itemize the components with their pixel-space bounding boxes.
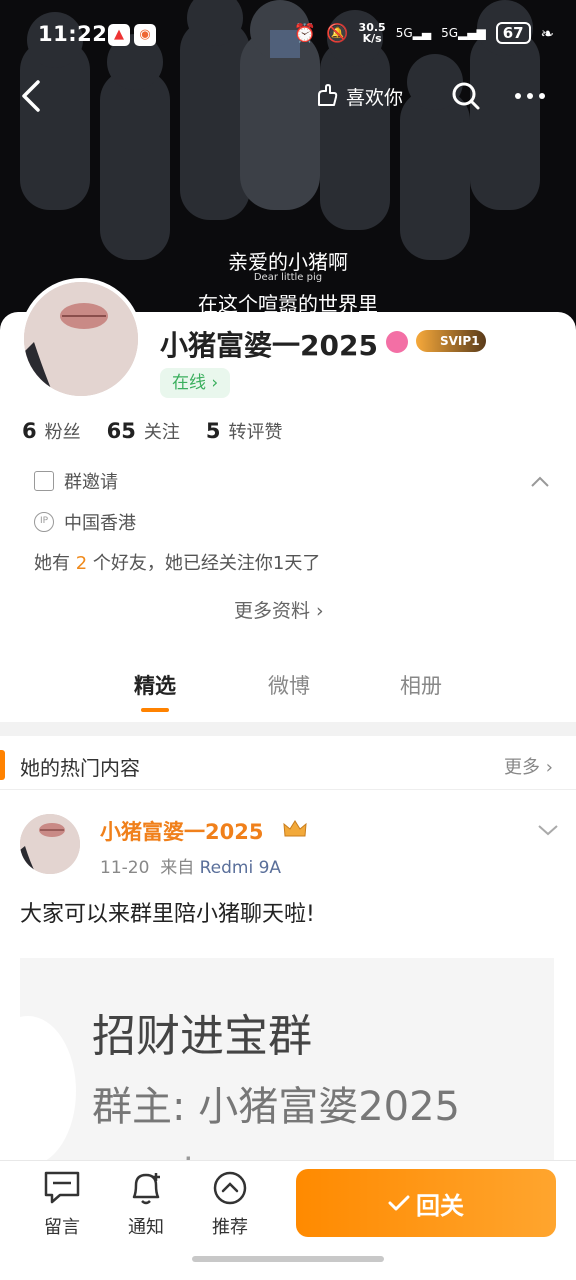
section-accent-bar bbox=[0, 750, 5, 780]
battery-indicator: 67 bbox=[495, 22, 531, 44]
stat-likes[interactable]: 5 转评赞 bbox=[206, 418, 283, 444]
profile-stats: 6 粉丝 65 关注 5 转评赞 bbox=[22, 418, 282, 444]
avatar-image bbox=[24, 282, 138, 396]
message-label: 留言 bbox=[44, 1217, 80, 1238]
hot-content-header: 她的热门内容 更多 › bbox=[0, 740, 576, 790]
svip-badge[interactable]: SVIP1 bbox=[416, 330, 486, 352]
section-divider bbox=[0, 722, 576, 736]
hand-heart-icon bbox=[318, 84, 338, 106]
image-avatar-circle bbox=[20, 1016, 76, 1166]
post-meta: 11-20 来自 Redmi 9A bbox=[100, 853, 281, 878]
post-source-prefix: 来自 bbox=[160, 858, 195, 878]
more-icon[interactable] bbox=[508, 76, 552, 116]
message-button[interactable]: 留言 bbox=[32, 1169, 92, 1239]
bottom-action-bar: 留言 通知 推荐 回关 bbox=[0, 1160, 576, 1280]
tab-weibo[interactable]: 微博 bbox=[268, 670, 310, 700]
notify-button[interactable]: 通知 bbox=[116, 1169, 176, 1239]
hot-content-title: 她的热门内容 bbox=[20, 756, 140, 780]
image-group-title: 招财进宝群 bbox=[92, 1011, 312, 1062]
hot-content-more-link[interactable]: 更多 › bbox=[504, 753, 553, 779]
notify-label: 通知 bbox=[128, 1217, 164, 1238]
ip-location: 中国香港 bbox=[64, 513, 136, 534]
like-you-label: 喜欢你 bbox=[346, 86, 404, 109]
profile-avatar[interactable] bbox=[20, 278, 142, 400]
post-avatar[interactable] bbox=[20, 814, 80, 874]
image-group-owner: 群主: 小猪富婆2025 bbox=[92, 1084, 460, 1130]
status-time: 11:22 bbox=[38, 22, 108, 46]
post-date: 11-20 bbox=[100, 858, 150, 878]
recommend-label: 推荐 bbox=[212, 1217, 248, 1238]
post-text: 大家可以来群里陪小猪聊天啦! bbox=[20, 902, 315, 927]
mutual-friends-text[interactable]: 她有 2 个好友，她已经关注你1天了 bbox=[34, 549, 320, 575]
status-indicators: ⏰ 🔕 30.5 K/s 5G▂▄ 5G▂▄▆ 67 ❧ bbox=[294, 22, 554, 44]
like-you-button[interactable]: 喜欢你 bbox=[314, 80, 403, 112]
check-icon bbox=[388, 1195, 410, 1211]
stat-followers[interactable]: 6 粉丝 bbox=[22, 418, 81, 444]
status-bar: 11:22 ▲ ◉ ⏰ 🔕 30.5 K/s 5G▂▄ 5G▂▄▆ 67 ❧ bbox=[0, 18, 576, 54]
follow-back-label: 回关 bbox=[416, 1191, 464, 1220]
search-icon[interactable] bbox=[444, 76, 488, 116]
mute-icon: 🔕 bbox=[326, 22, 349, 44]
profile-username: 小猪富婆一2025 bbox=[160, 329, 378, 362]
group-invite-label: 群邀请 bbox=[64, 472, 118, 493]
tab-featured[interactable]: 精选 bbox=[134, 670, 176, 700]
chevron-down-icon[interactable] bbox=[536, 820, 560, 840]
follow-back-button[interactable]: 回关 bbox=[296, 1169, 556, 1237]
active-tab-indicator bbox=[141, 708, 169, 712]
message-icon bbox=[44, 1171, 80, 1204]
chevron-up-icon[interactable] bbox=[528, 470, 552, 494]
alarm-icon: ⏰ bbox=[293, 22, 317, 44]
app-notification-icon: ▲ bbox=[108, 24, 130, 46]
crown-icon bbox=[283, 820, 307, 837]
back-icon[interactable] bbox=[16, 76, 52, 116]
online-status[interactable]: 在线 › bbox=[160, 368, 231, 398]
document-icon bbox=[34, 471, 54, 491]
signal-icon-2: 5G▂▄▆ bbox=[441, 26, 486, 40]
chevron-circle-up-icon bbox=[213, 1171, 247, 1205]
bell-plus-icon bbox=[132, 1173, 160, 1205]
profile-tabs: 精选 微博 相册 bbox=[0, 670, 576, 718]
banner-caption-line1: 亲爱的小猪啊 bbox=[228, 250, 348, 274]
post-source[interactable]: Redmi 9A bbox=[200, 858, 281, 878]
post-avatar-image bbox=[20, 814, 80, 874]
group-invite-row[interactable]: 群邀请 bbox=[34, 468, 118, 494]
stat-following[interactable]: 65 关注 bbox=[107, 418, 180, 444]
recommend-button[interactable]: 推荐 bbox=[200, 1169, 260, 1239]
home-indicator[interactable] bbox=[192, 1256, 384, 1262]
ip-location-row: IP 中国香港 bbox=[34, 509, 136, 535]
weibo-notification-icon: ◉ bbox=[134, 24, 156, 46]
post-image[interactable]: 招财进宝群 群主: 小猪富婆2025 100人 bbox=[20, 958, 554, 1168]
net-speed: 30.5 K/s bbox=[358, 21, 386, 45]
ip-icon: IP bbox=[34, 512, 54, 532]
more-info-link[interactable]: 更多资料 › bbox=[234, 596, 324, 623]
signal-icon-1: 5G▂▄ bbox=[395, 26, 432, 40]
leaf-icon: ❧ bbox=[540, 23, 554, 43]
member-badge-icon[interactable] bbox=[386, 331, 408, 353]
tab-album[interactable]: 相册 bbox=[400, 670, 442, 700]
post-author[interactable]: 小猪富婆一2025 bbox=[100, 816, 263, 846]
